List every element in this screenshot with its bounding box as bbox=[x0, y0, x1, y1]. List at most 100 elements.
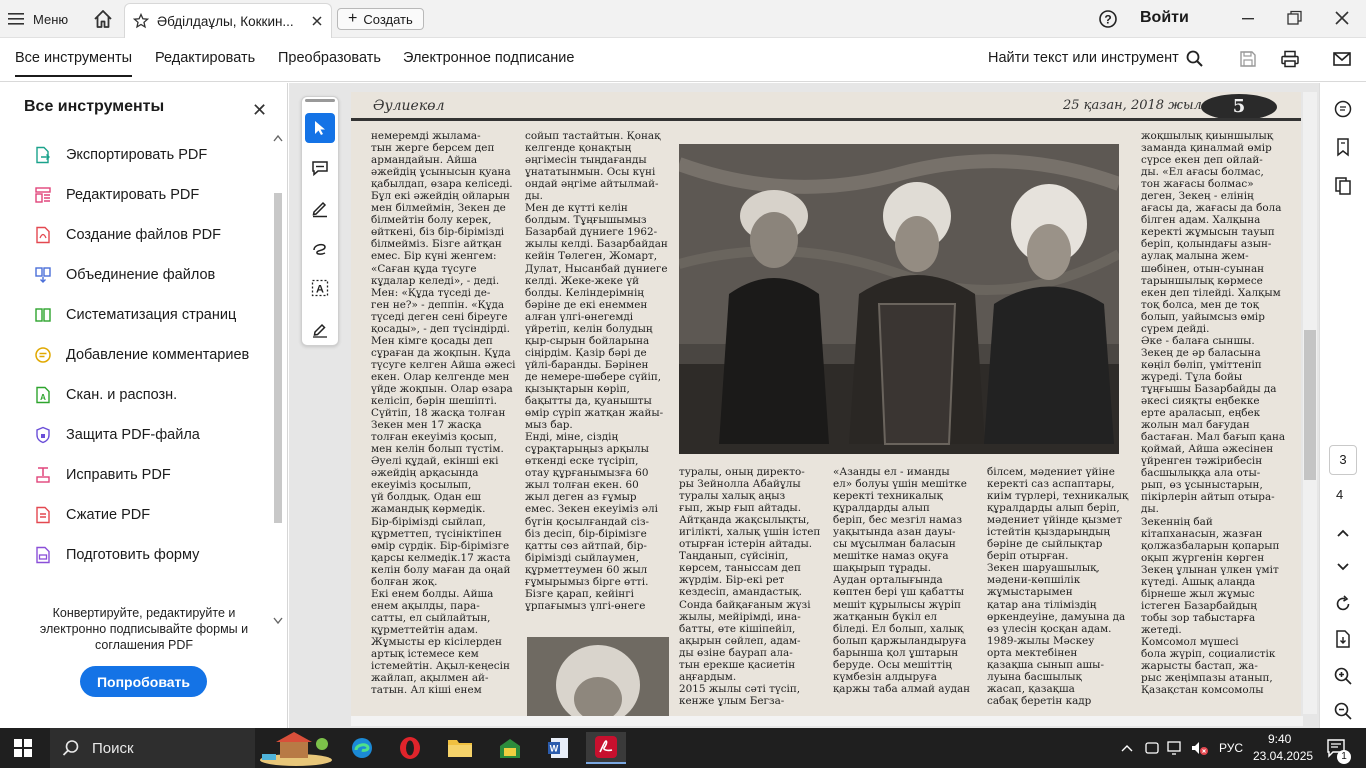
language-indicator[interactable]: РУС bbox=[1219, 741, 1243, 755]
print-icon[interactable] bbox=[1280, 49, 1300, 69]
minimize-icon[interactable] bbox=[1238, 8, 1258, 28]
comment-tool-button[interactable] bbox=[305, 153, 335, 183]
current-page-field[interactable]: 3 bbox=[1329, 445, 1357, 475]
search-icon bbox=[62, 740, 79, 756]
tool-organize-pages[interactable]: Систематизация страниц bbox=[34, 303, 236, 327]
tool-label: Сжатие PDF bbox=[66, 507, 151, 523]
panel-scrollbar[interactable] bbox=[270, 129, 286, 639]
save-icon[interactable] bbox=[1238, 49, 1258, 69]
all-tools-panel: Все инструменты ✕ Экспортировать PDF Ред… bbox=[0, 83, 288, 728]
signature-icon bbox=[313, 323, 327, 338]
drag-handle[interactable] bbox=[305, 99, 335, 102]
ai-assistant-icon[interactable] bbox=[1333, 99, 1353, 119]
find-tool-label[interactable]: Найти текст или инструмент bbox=[988, 50, 1179, 66]
beach-widget-icon[interactable] bbox=[258, 730, 334, 766]
tool-redact-pdf[interactable]: Исправить PDF bbox=[34, 463, 171, 487]
extract-page-icon[interactable] bbox=[1333, 629, 1353, 649]
tool-label: Объединение файлов bbox=[66, 267, 216, 283]
taskbar-word[interactable]: W bbox=[538, 732, 578, 764]
sign-tool-button[interactable] bbox=[305, 313, 335, 343]
text-box-icon: A bbox=[311, 279, 329, 297]
tab-edit[interactable]: Редактировать bbox=[155, 50, 255, 66]
freehand-icon bbox=[313, 243, 326, 255]
tab-title: Әбділдаұлы, Коккин... bbox=[157, 13, 294, 29]
pdf-page[interactable]: Әулиекөл 25 қазан, 2018 жыл 5 немеремді … bbox=[351, 92, 1301, 716]
rotate-icon[interactable] bbox=[1333, 594, 1353, 614]
redact-pdf-icon bbox=[36, 467, 50, 483]
tab-convert[interactable]: Преобразовать bbox=[278, 50, 381, 66]
previous-page-icon[interactable] bbox=[1333, 523, 1353, 543]
pages-icon[interactable] bbox=[1333, 176, 1353, 196]
organize-pages-icon bbox=[35, 308, 51, 322]
restore-icon[interactable] bbox=[1284, 8, 1304, 28]
zoom-in-icon[interactable] bbox=[1333, 666, 1353, 686]
acrobat-icon bbox=[595, 736, 617, 758]
promo-text: Конвертируйте, редактируйте и электронно… bbox=[39, 606, 249, 652]
tool-protect-pdf[interactable]: Защита PDF-файла bbox=[34, 423, 200, 447]
tool-combine-files[interactable]: Объединение файлов bbox=[34, 263, 215, 287]
tool-compress-pdf[interactable]: Сжатие PDF bbox=[34, 503, 150, 527]
menu-button[interactable]: Меню bbox=[8, 7, 68, 31]
close-tab-icon[interactable] bbox=[311, 15, 323, 27]
windows-start-icon[interactable] bbox=[14, 739, 32, 757]
tray-meet-icon[interactable] bbox=[1144, 740, 1160, 756]
taskbar-opera[interactable] bbox=[390, 732, 430, 764]
add-comment-icon bbox=[312, 161, 328, 177]
text-select-tool-button[interactable]: A bbox=[305, 273, 335, 303]
three-elderly-women-photo bbox=[679, 144, 1119, 454]
search-icon[interactable] bbox=[1185, 49, 1205, 69]
zoom-out-icon[interactable] bbox=[1333, 701, 1353, 721]
cursor-icon bbox=[315, 121, 325, 135]
clock-date[interactable]: 23.04.2025 bbox=[1253, 749, 1313, 763]
panel-title: Все инструменты bbox=[24, 98, 165, 115]
help-icon[interactable]: ? bbox=[1098, 9, 1118, 29]
login-button[interactable]: Войти bbox=[1140, 9, 1189, 27]
taskbar-search[interactable]: Поиск bbox=[50, 728, 255, 768]
taskbar-acrobat[interactable] bbox=[586, 732, 626, 764]
tool-create-pdf[interactable]: Создание файлов PDF bbox=[34, 223, 221, 247]
highlight-tool-button[interactable] bbox=[305, 193, 335, 223]
draw-tool-button[interactable] bbox=[305, 233, 335, 263]
tool-label: Защита PDF-файла bbox=[66, 427, 200, 443]
document-scroll-thumb[interactable] bbox=[1304, 330, 1316, 480]
edit-pdf-icon bbox=[35, 187, 51, 203]
newspaper-name: Әулиекөл bbox=[373, 98, 445, 114]
svg-text:A: A bbox=[40, 393, 46, 402]
clock-time[interactable]: 9:40 bbox=[1268, 732, 1291, 746]
mail-icon[interactable] bbox=[1332, 49, 1352, 69]
volume-muted-icon[interactable] bbox=[1190, 740, 1210, 756]
tab-all-tools[interactable]: Все инструменты bbox=[15, 50, 133, 77]
title-bar: Меню Әбділдаұлы, Коккин... + Создать ? В… bbox=[0, 0, 1366, 38]
article-column-3: туралы, оның директо- ры Зейнолла Абайұл… bbox=[679, 466, 821, 707]
protect-pdf-icon bbox=[36, 426, 50, 444]
close-window-icon[interactable] bbox=[1332, 8, 1352, 28]
menu-label: Меню bbox=[33, 11, 69, 27]
document-tab[interactable]: Әбділдаұлы, Коккин... bbox=[124, 3, 332, 38]
taskbar-explorer[interactable] bbox=[440, 732, 480, 764]
next-page-icon[interactable] bbox=[1333, 556, 1353, 576]
tool-edit-pdf[interactable]: Редактировать PDF bbox=[34, 183, 199, 207]
header-rule bbox=[351, 118, 1301, 121]
pen-icon bbox=[312, 201, 327, 218]
bookmark-icon[interactable] bbox=[1333, 137, 1353, 157]
tray-chevron-up-icon[interactable] bbox=[1120, 742, 1134, 754]
try-button[interactable]: Попробовать bbox=[80, 666, 207, 697]
close-panel-icon[interactable]: ✕ bbox=[252, 100, 267, 121]
create-button[interactable]: + Создать bbox=[337, 8, 424, 30]
tool-scan-ocr[interactable]: A Скан. и распозн. bbox=[34, 383, 177, 407]
tool-add-comment[interactable]: Добавление комментариев bbox=[34, 343, 249, 367]
portrait-photo bbox=[527, 637, 669, 716]
tool-label: Систематизация страниц bbox=[66, 307, 237, 323]
tool-prepare-form[interactable]: Подготовить форму bbox=[34, 543, 199, 567]
home-icon[interactable] bbox=[92, 8, 114, 30]
tool-export-pdf[interactable]: Экспортировать PDF bbox=[34, 143, 207, 167]
taskbar-app-green[interactable] bbox=[490, 732, 530, 764]
network-icon[interactable] bbox=[1166, 740, 1184, 756]
tab-e-sign[interactable]: Электронное подписание bbox=[403, 50, 574, 66]
tool-label: Экспортировать PDF bbox=[66, 147, 208, 163]
document-horizontal-scrollbar[interactable] bbox=[351, 716, 1303, 726]
star-icon[interactable] bbox=[133, 13, 149, 29]
next-page-number[interactable]: 4 bbox=[1336, 487, 1343, 502]
select-tool-button[interactable] bbox=[305, 113, 335, 143]
taskbar-edge[interactable] bbox=[342, 732, 382, 764]
